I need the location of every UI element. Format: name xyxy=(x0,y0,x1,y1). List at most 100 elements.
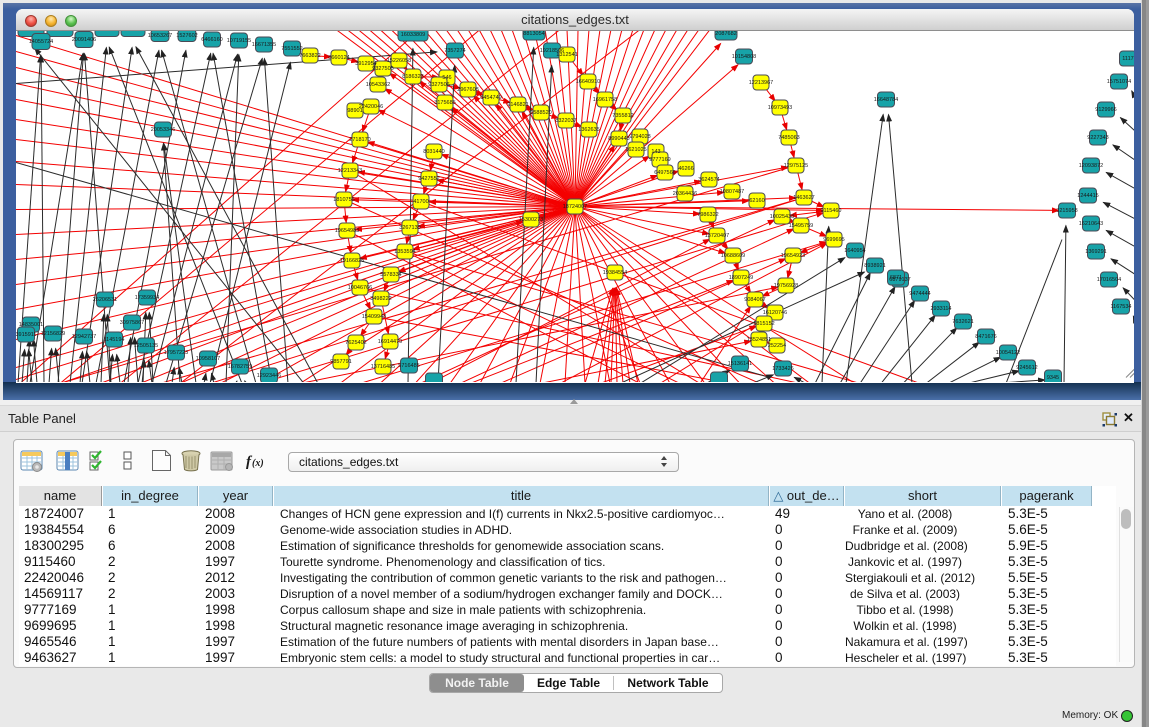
svg-text:41700: 41700 xyxy=(413,199,428,205)
svg-text:16640910: 16640910 xyxy=(576,79,600,85)
svg-text:8186323: 8186323 xyxy=(402,74,423,80)
svg-text:17016504: 17016504 xyxy=(1097,277,1121,283)
svg-text:8990443: 8990443 xyxy=(608,136,629,142)
svg-text:546: 546 xyxy=(442,75,451,81)
svg-text:16648784: 16648784 xyxy=(874,97,898,103)
svg-text:12923446: 12923446 xyxy=(257,373,281,379)
svg-text:1362635: 1362635 xyxy=(578,127,599,133)
svg-text:18724007: 18724007 xyxy=(563,204,587,210)
svg-text:7663822: 7663822 xyxy=(299,53,320,59)
svg-text:12942737: 12942737 xyxy=(72,334,96,340)
svg-text:9427552: 9427552 xyxy=(418,176,439,182)
svg-text:8938921: 8938921 xyxy=(864,263,885,269)
svg-text:15226058: 15226058 xyxy=(387,58,411,64)
svg-text:19756928: 19756928 xyxy=(774,283,798,289)
svg-text:12505135: 12505135 xyxy=(134,343,158,349)
svg-text:1640954: 1640954 xyxy=(844,248,865,254)
svg-text:1117: 1117 xyxy=(1122,56,1133,62)
svg-text:10025438: 10025438 xyxy=(770,214,794,220)
svg-text:1810755: 1810755 xyxy=(333,197,354,203)
svg-text:9227343: 9227343 xyxy=(1087,135,1108,141)
svg-text:1527602: 1527602 xyxy=(176,33,197,39)
svg-text:18907249: 18907249 xyxy=(729,275,753,281)
svg-text:2087682: 2087682 xyxy=(715,31,736,37)
svg-text:15751074: 15751074 xyxy=(1107,79,1131,85)
svg-text:1733426: 1733426 xyxy=(772,366,793,372)
svg-text:14835001: 14835001 xyxy=(19,322,43,328)
svg-text:10046766: 10046766 xyxy=(348,285,372,291)
svg-text:7355812: 7355812 xyxy=(612,113,633,119)
svg-text:19654983: 19654983 xyxy=(335,228,359,234)
svg-text:2967608: 2967608 xyxy=(457,87,478,93)
svg-text:12213343: 12213343 xyxy=(338,168,362,174)
svg-text:7625402: 7625402 xyxy=(345,340,366,346)
svg-text:3267130: 3267130 xyxy=(399,225,420,231)
svg-text:15136141: 15136141 xyxy=(728,361,752,367)
svg-text:1145194: 1145194 xyxy=(103,337,124,343)
svg-text:(x): (x) xyxy=(252,458,264,469)
svg-text:1369291: 1369291 xyxy=(1085,249,1106,255)
svg-text:62160: 62160 xyxy=(749,198,764,204)
svg-text:9327505: 9327505 xyxy=(372,66,393,72)
svg-text:19384554: 19384554 xyxy=(603,270,627,276)
svg-text:10719155: 10719155 xyxy=(227,38,251,44)
svg-text:10653267: 10653267 xyxy=(148,33,172,39)
svg-text:12156829: 12156829 xyxy=(41,331,65,337)
svg-text:10688609: 10688609 xyxy=(721,253,745,259)
svg-text:8660124: 8660124 xyxy=(328,55,349,61)
svg-text:9474444: 9474444 xyxy=(909,291,930,297)
svg-text:9327506: 9327506 xyxy=(428,82,449,88)
svg-text:12213967: 12213967 xyxy=(749,80,773,86)
svg-text:9115460: 9115460 xyxy=(820,208,841,214)
svg-text:20091406: 20091406 xyxy=(72,37,96,43)
svg-text:12093872: 12093872 xyxy=(1079,163,1103,169)
svg-text:12975125: 12975125 xyxy=(784,163,808,169)
svg-text:16914479: 16914479 xyxy=(378,339,402,345)
svg-text:9245612: 9245612 xyxy=(1016,365,1037,371)
svg-text:16961758: 16961758 xyxy=(593,97,617,103)
svg-text:6871: 6871 xyxy=(890,275,902,281)
svg-text:30975867: 30975867 xyxy=(120,320,144,326)
svg-text:3624574: 3624574 xyxy=(698,177,719,183)
svg-text:1167534: 1167534 xyxy=(1110,304,1131,310)
svg-text:2718170: 2718170 xyxy=(349,137,370,143)
svg-text:98901: 98901 xyxy=(347,108,362,114)
svg-text:8454749: 8454749 xyxy=(480,95,501,101)
svg-text:9857791: 9857791 xyxy=(330,359,351,365)
svg-text:14055724: 14055724 xyxy=(29,39,53,45)
svg-text:20364436: 20364436 xyxy=(673,191,697,197)
svg-text:13716485: 13716485 xyxy=(371,364,395,370)
svg-text:8813054: 8813054 xyxy=(523,31,544,37)
svg-text:7632621: 7632621 xyxy=(952,319,973,325)
svg-text:10958107: 10958107 xyxy=(196,356,220,362)
svg-text:143: 143 xyxy=(651,149,660,155)
svg-text:9146821: 9146821 xyxy=(507,102,528,108)
svg-text:9084067: 9084067 xyxy=(744,297,765,303)
svg-text:17359934: 17359934 xyxy=(135,295,159,301)
svg-text:8471676: 8471676 xyxy=(975,334,996,340)
svg-text:252254: 252254 xyxy=(768,343,786,349)
svg-text:15300273: 15300273 xyxy=(519,217,543,223)
svg-text:17957223: 17957223 xyxy=(164,350,188,356)
svg-text:7485063: 7485063 xyxy=(778,135,799,141)
svg-text:9699695: 9699695 xyxy=(823,237,844,243)
svg-text:9345: 9345 xyxy=(1047,375,1059,381)
svg-text:16671355: 16671355 xyxy=(252,42,276,48)
svg-text:16210643: 16210643 xyxy=(1079,221,1103,227)
svg-text:19166825: 19166825 xyxy=(340,258,364,264)
svg-text:7551552: 7551552 xyxy=(281,46,302,52)
svg-text:16782759: 16782759 xyxy=(228,364,252,370)
svg-text:9777169: 9777169 xyxy=(649,157,670,163)
svg-text:1621025: 1621025 xyxy=(625,147,646,153)
svg-text:1588520: 1588520 xyxy=(530,110,551,116)
svg-text:19654923: 19654923 xyxy=(781,253,805,259)
svg-text:1353594: 1353594 xyxy=(394,249,415,255)
svg-text:9794028: 9794028 xyxy=(629,134,650,140)
svg-text:1815152: 1815152 xyxy=(753,321,774,327)
svg-text:16120746: 16120746 xyxy=(763,310,787,316)
svg-text:7986322: 7986322 xyxy=(697,212,718,218)
svg-text:46266: 46266 xyxy=(678,166,693,172)
svg-text:5716485: 5716485 xyxy=(398,363,419,369)
svg-text:10973493: 10973493 xyxy=(768,105,792,111)
svg-text:1312541: 1312541 xyxy=(556,52,577,58)
